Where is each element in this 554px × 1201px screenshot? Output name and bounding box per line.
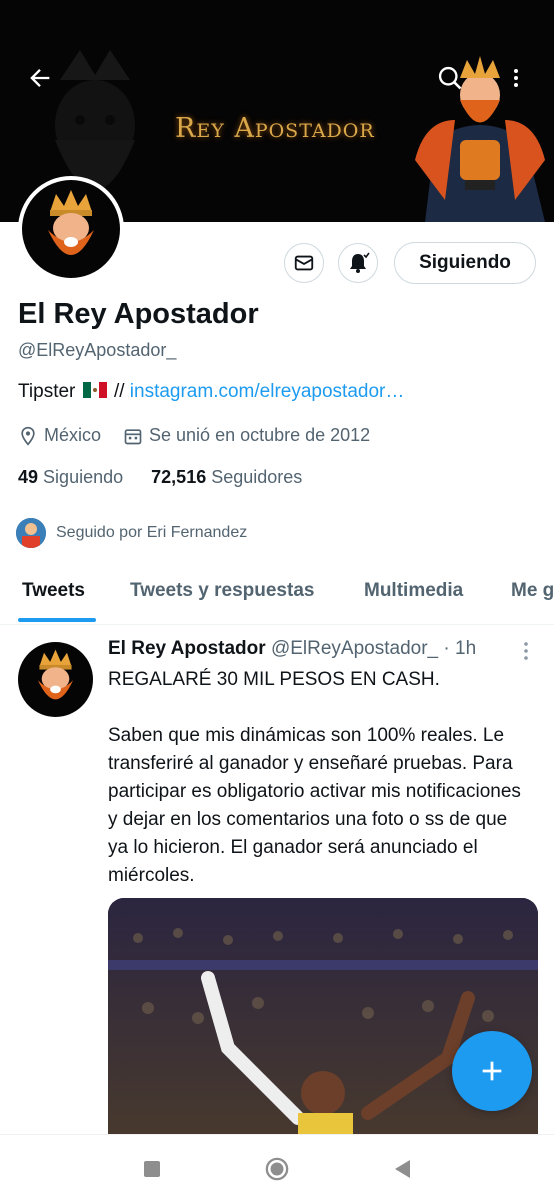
recents-button[interactable] xyxy=(140,1157,164,1181)
following-count: 49 xyxy=(18,467,39,487)
more-vertical-icon xyxy=(524,642,528,660)
tab-tweets-replies[interactable]: Tweets y respuestas xyxy=(130,580,314,602)
follow-counts: 49 Siguiendo 72,516 Seguidores xyxy=(18,467,302,488)
tweet-line-1: REGALARÉ 30 MIL PESOS EN CASH. xyxy=(108,669,440,690)
following-button[interactable]: Siguiendo xyxy=(394,242,536,284)
back-arrow-icon xyxy=(30,69,50,87)
tweet-author-avatar[interactable] xyxy=(18,642,93,717)
bio-text: Tipster xyxy=(18,381,76,402)
bio-separator: // xyxy=(113,381,125,402)
system-nav-bar xyxy=(0,1134,554,1201)
tweet-author-name[interactable]: El Rey Apostador xyxy=(108,638,266,659)
tweet-image[interactable] xyxy=(108,898,538,1158)
following-label: Siguiendo xyxy=(43,467,124,487)
tab-likes[interactable]: Me g xyxy=(511,580,554,602)
more-options-button[interactable] xyxy=(496,58,536,98)
profile-handle: @ElReyApostador_ xyxy=(18,340,177,360)
tweet-header: El Rey Apostador @ElReyApostador_ · 1h xyxy=(108,638,476,660)
profile-avatar[interactable] xyxy=(18,176,124,282)
follower-avatar-image xyxy=(16,518,46,548)
followed-by-row[interactable]: Seguido por Eri Fernandez xyxy=(14,516,247,550)
king-logo-icon xyxy=(37,649,74,700)
followers-count: 72,516 xyxy=(151,467,207,487)
profile-name: El Rey Apostador xyxy=(18,298,259,330)
search-icon xyxy=(438,66,462,90)
bio-link[interactable]: instagram.com/elreyapostador… xyxy=(130,381,405,402)
location-icon xyxy=(21,426,35,446)
tweet-text: REGALARÉ 30 MIL PESOS EN CASH. Saben que… xyxy=(108,666,528,890)
home-circle-nav-icon xyxy=(265,1157,289,1181)
profile-tabs: Tweets Tweets y respuestas Multimedia Me… xyxy=(0,560,554,625)
back-triangle-nav-icon xyxy=(395,1160,410,1178)
location-text: México xyxy=(44,425,102,445)
followers-label: Seguidores xyxy=(211,467,303,487)
mexico-flag-icon xyxy=(82,382,107,398)
mail-icon xyxy=(294,255,314,271)
active-tab-indicator xyxy=(18,618,96,622)
more-vertical-icon xyxy=(514,69,518,87)
tweet-time[interactable]: 1h xyxy=(455,638,476,659)
king-logo-icon xyxy=(48,190,94,255)
compose-icon xyxy=(482,1061,502,1081)
home-button[interactable] xyxy=(265,1157,289,1181)
message-button[interactable] xyxy=(284,243,324,283)
tab-media[interactable]: Multimedia xyxy=(364,580,463,602)
banner-title: Rey Apostador xyxy=(175,113,375,144)
followed-by-text: Seguido por Eri Fernandez xyxy=(56,524,248,541)
following-link[interactable]: 49 Siguiendo xyxy=(18,467,123,487)
profile-bio: Tipster // instagram.com/elreyapostador… xyxy=(18,381,404,403)
back-button[interactable] xyxy=(20,58,60,98)
profile-meta: México Se unió en octubre de 2012 xyxy=(18,425,370,446)
calendar-icon xyxy=(124,428,142,444)
avatar-image xyxy=(22,180,120,278)
tweet-dot: · xyxy=(443,638,450,659)
basketball-photo xyxy=(108,898,538,1158)
tweet-author-handle[interactable]: @ElReyApostador_ xyxy=(271,638,438,659)
bell-icon xyxy=(350,252,370,273)
search-button[interactable] xyxy=(430,58,470,98)
follower-avatar xyxy=(14,516,48,550)
square-nav-icon xyxy=(144,1161,160,1177)
followers-link[interactable]: 72,516 Seguidores xyxy=(151,467,302,487)
tweet-paragraph: Saben que mis dinámicas son 100% reales.… xyxy=(108,725,521,886)
joined-text: Se unió en octubre de 2012 xyxy=(149,425,371,445)
system-back-button[interactable] xyxy=(390,1157,414,1181)
tweet-more-button[interactable] xyxy=(518,640,534,667)
compose-tweet-button[interactable] xyxy=(452,1031,532,1111)
tab-tweets[interactable]: Tweets xyxy=(22,580,85,602)
notifications-button[interactable] xyxy=(338,243,378,283)
